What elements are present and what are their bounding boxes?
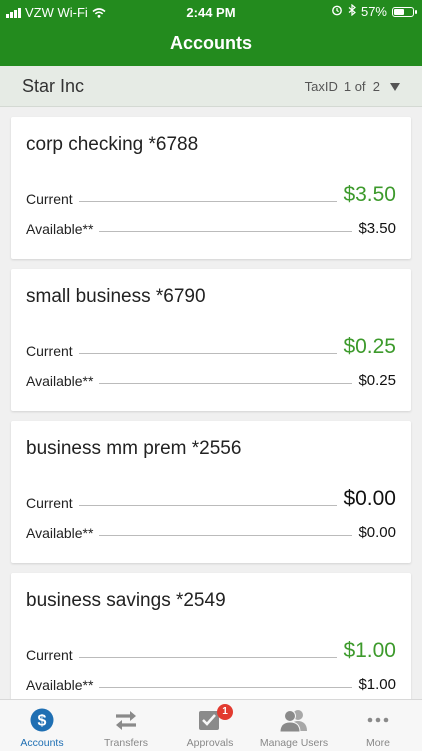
available-balance-row: Available** $3.50 (26, 213, 396, 237)
tab-label: More (366, 737, 390, 749)
leader-line (99, 231, 353, 232)
current-label: Current (26, 647, 73, 663)
available-balance: $0.25 (358, 372, 396, 389)
alarm-icon (331, 4, 343, 19)
account-name: small business *6790 (26, 286, 206, 307)
available-label: Available** (26, 221, 94, 237)
leader-line (99, 687, 353, 688)
leader-line (99, 383, 353, 384)
account-card[interactable]: business savings *2549 Current $1.00 Ava… (11, 573, 411, 699)
current-balance-row: Current $3.50 (26, 183, 396, 207)
current-balance: $3.50 (343, 183, 396, 206)
battery-fill (394, 8, 404, 15)
battery-icon (392, 6, 417, 17)
account-card[interactable]: small business *6790 Current $0.25 Avail… (11, 269, 411, 411)
available-balance-row: Available** $0.00 (26, 517, 396, 541)
leader-line (78, 201, 338, 202)
status-bar: VZW Wi-Fi 2:44 PM 57% (0, 0, 422, 24)
available-balance-row: Available** $1.00 (26, 669, 396, 693)
tab-label: Transfers (104, 737, 148, 749)
page-title: Accounts (169, 33, 252, 53)
available-label: Available** (26, 525, 94, 541)
tab-label: Manage Users (259, 737, 329, 749)
battery-percent: 57% (360, 4, 387, 19)
bluetooth-icon (348, 3, 356, 19)
current-balance-row: Current $0.00 (26, 487, 396, 511)
status-right: 57% (331, 3, 417, 19)
available-balance: $0.00 (358, 524, 396, 541)
current-label: Current (26, 191, 73, 207)
account-name: business mm prem *2556 (26, 438, 242, 459)
current-balance: $0.25 (343, 335, 396, 358)
current-label: Current (26, 343, 73, 359)
tab-transfers[interactable]: Transfers (84, 700, 168, 751)
account-name: business savings *2549 (26, 590, 226, 611)
users-icon (279, 708, 307, 733)
organization-bar: Star Inc TaxID 1 of 2 (0, 66, 422, 107)
current-balance: $1.00 (343, 639, 396, 662)
available-balance: $1.00 (358, 676, 396, 693)
account-card[interactable]: business mm prem *2556 Current $0.00 Ava… (11, 421, 411, 563)
taxid-page: 1 of 2 (343, 79, 380, 94)
tab-label: Accounts (20, 737, 64, 749)
tab-label: Approvals (186, 737, 234, 749)
leader-line (99, 535, 353, 536)
dollar-circle-icon: $ (30, 708, 54, 732)
dropdown-triangle-icon (390, 82, 400, 91)
tab-bar: $ Accounts Transfers 1 Approvals Manage … (0, 699, 422, 751)
accounts-list[interactable]: corp checking *6788 Current $3.50 Availa… (0, 106, 422, 699)
account-card[interactable]: corp checking *6788 Current $3.50 Availa… (11, 117, 411, 259)
tab-approvals[interactable]: 1 Approvals (168, 700, 252, 751)
leader-line (78, 353, 338, 354)
transfer-arrows-icon (114, 708, 138, 732)
leader-line (78, 657, 338, 658)
current-label: Current (26, 495, 73, 511)
approvals-badge: 1 (217, 704, 233, 720)
current-balance-row: Current $0.25 (26, 335, 396, 359)
organization-name: Star Inc (22, 76, 85, 96)
top-bar: VZW Wi-Fi 2:44 PM 57% Accounts (0, 0, 422, 66)
available-balance-row: Available** $0.25 (26, 365, 396, 389)
available-label: Available** (26, 373, 94, 389)
leader-line (78, 505, 338, 506)
account-name: corp checking *6788 (26, 134, 199, 155)
more-dots-icon (366, 708, 390, 732)
tab-manage-users[interactable]: Manage Users (252, 700, 336, 751)
available-label: Available** (26, 677, 94, 693)
svg-text:$: $ (38, 713, 47, 730)
taxid-label: TaxID (304, 79, 338, 94)
tab-more[interactable]: More (336, 700, 420, 751)
tab-accounts[interactable]: $ Accounts (0, 700, 84, 751)
available-balance: $3.50 (358, 220, 396, 237)
taxid-selector[interactable]: TaxID 1 of 2 (305, 79, 400, 94)
current-balance-row: Current $1.00 (26, 639, 396, 663)
current-balance: $0.00 (343, 487, 396, 510)
